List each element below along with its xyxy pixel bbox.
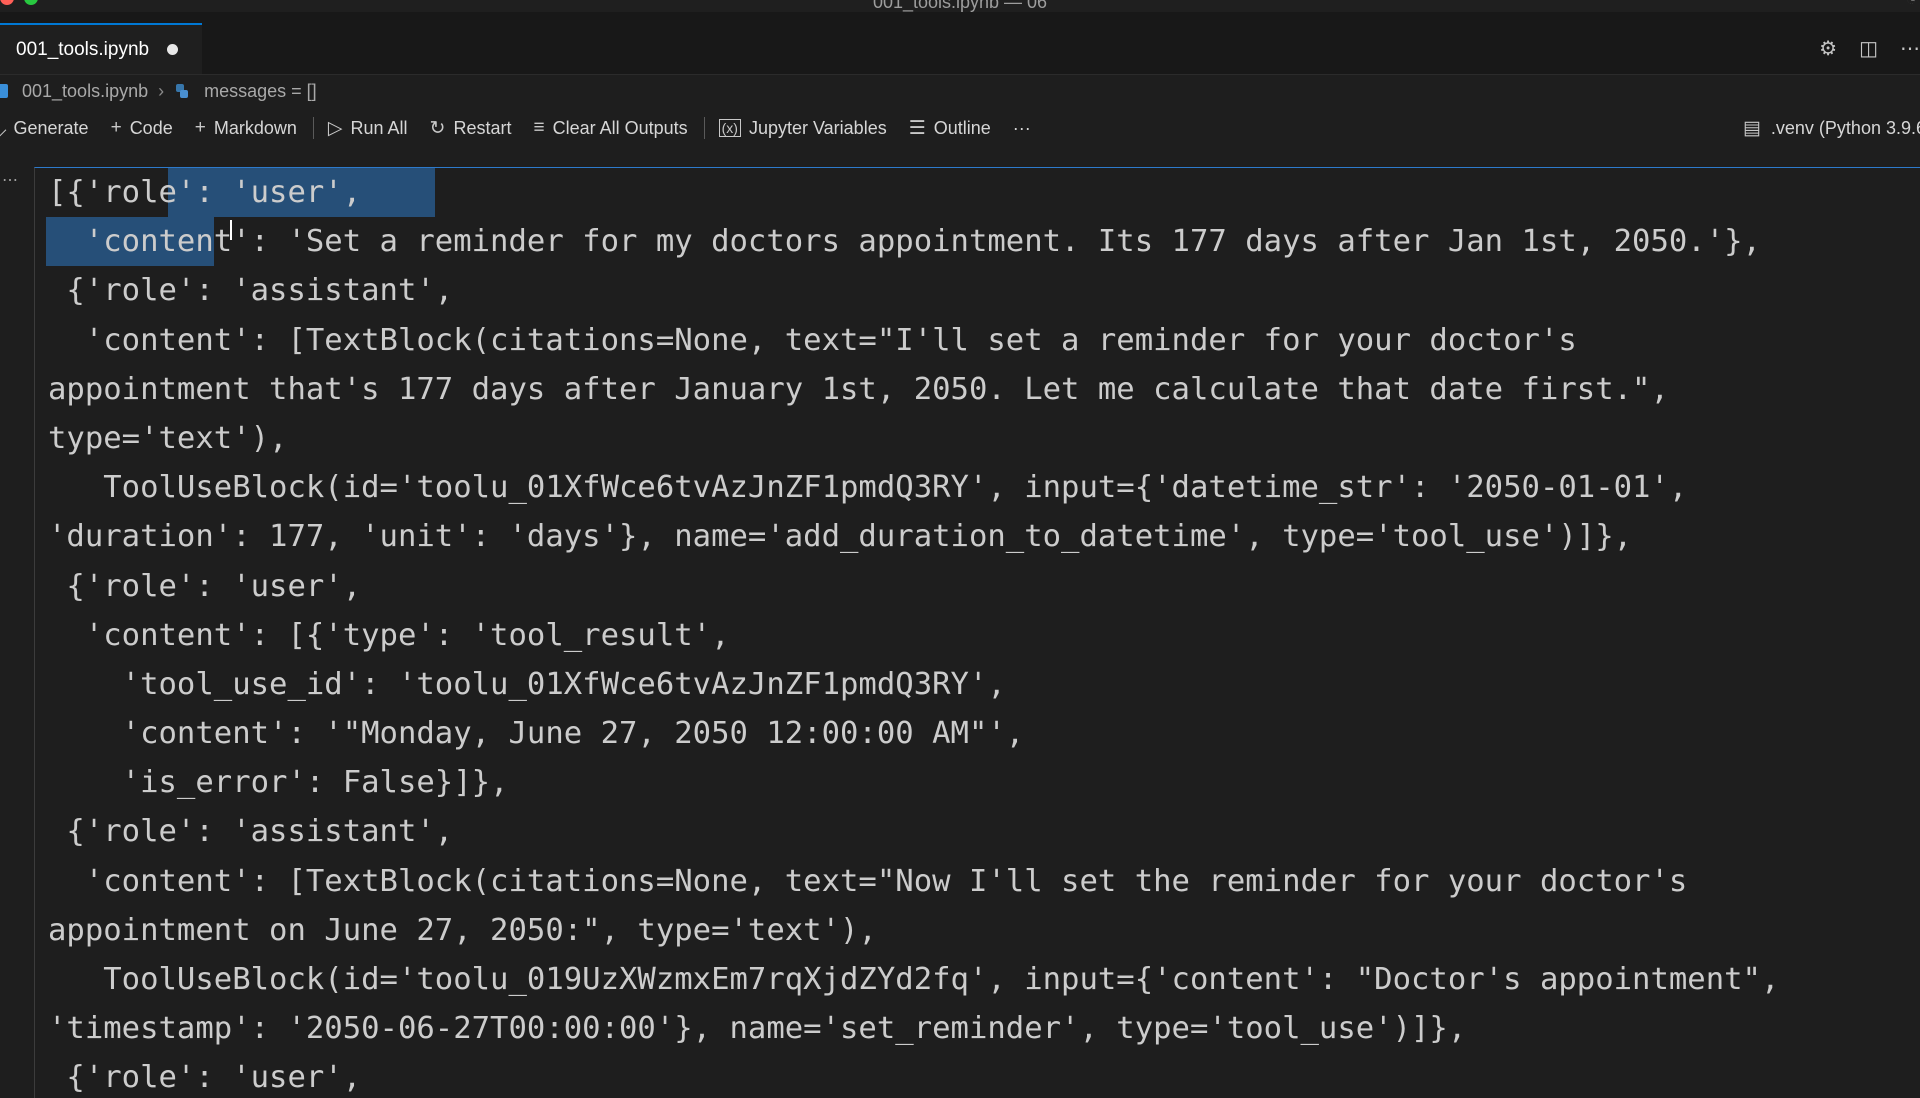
plus-icon: +: [194, 117, 206, 138]
split-editor-icon[interactable]: ◫: [1859, 36, 1878, 61]
restart-label: Restart: [453, 117, 512, 138]
clear-all-icon: ≡: [533, 117, 545, 138]
output-line: 'tool_use_id': 'toolu_01XfWce6tvAzJnZF1p…: [48, 666, 1006, 702]
output-line: [{'role': 'user',: [48, 175, 362, 210]
breadcrumb-symbol[interactable]: messages = []: [204, 81, 317, 102]
chevron-right-icon: ›: [158, 80, 165, 101]
breadcrumb: 001_tools.ipynb › messages = []: [0, 76, 1920, 106]
run-all-label: Run All: [350, 117, 408, 138]
cell-output[interactable]: [{'role': 'user', 'content': 'Set a remi…: [34, 167, 1920, 1098]
title-bar: 001_tools.ipynb — 06 ◔: [0, 0, 1920, 12]
output-line: 'content': '"Monday, June 27, 2050 12:00…: [48, 716, 1025, 752]
toolbar-divider: [312, 117, 314, 139]
notebook-toolbar: ⸝ Generate + Code + Markdown ▷ Run All ↻…: [0, 110, 1920, 146]
mouse-cursor: [230, 220, 232, 240]
output-line: 'is_error': False}]},: [48, 765, 509, 801]
add-markdown-cell-button[interactable]: + Markdown: [195, 117, 297, 139]
output-line: {'role': 'assistant',: [48, 814, 454, 850]
output-line: 'content': [TextBlock(citations=None, te…: [48, 322, 1577, 358]
output-line: {'role': 'user',: [48, 1060, 362, 1096]
generate-label: Generate: [13, 117, 89, 138]
code-label: Code: [129, 117, 173, 138]
play-icon: ▷: [327, 117, 343, 139]
kernel-picker[interactable]: ▤ .venv (Python 3.9.6: [1743, 110, 1920, 146]
output-line: 'content': [TextBlock(citations=None, te…: [48, 863, 1688, 899]
python-icon: [176, 84, 189, 98]
output-line: 'timestamp': '2050-06-27T00:00:00'}, nam…: [48, 1011, 1467, 1047]
markdown-label: Markdown: [213, 117, 297, 138]
window-title: 001_tools.ipynb — 06: [872, 0, 1048, 12]
jupyter-variables-button[interactable]: (x) Jupyter Variables: [718, 117, 887, 139]
gear-icon[interactable]: ⚙: [1819, 36, 1837, 61]
breadcrumb-file[interactable]: 001_tools.ipynb: [22, 81, 148, 102]
more-label: ···: [1012, 117, 1031, 138]
editor-actions: ⚙ ◫ ⋯: [1819, 36, 1920, 61]
output-line: 'content': [{'type': 'tool_result',: [48, 617, 730, 653]
variables-icon: (x): [718, 119, 741, 137]
output-text: [{'role': 'user', 'content': 'Set a remi…: [35, 168, 1779, 1098]
output-line: {'role': 'user',: [48, 568, 362, 604]
restart-icon: ↻: [429, 117, 446, 139]
unsaved-dot-icon[interactable]: [167, 44, 179, 55]
output-line: appointment that's 177 days after Januar…: [48, 371, 1669, 407]
generate-button[interactable]: ⸝ Generate: [0, 115, 89, 141]
clear-all-outputs-label: Clear All Outputs: [552, 117, 688, 138]
toolbar-divider: [703, 117, 705, 139]
kernel-icon: ▤: [1742, 117, 1761, 139]
output-line: ToolUseBlock(id='toolu_019UzXWzmxEm7rqXj…: [48, 962, 1780, 997]
notebook-file-icon: [0, 84, 8, 98]
outline-button[interactable]: ☰ Outline: [909, 117, 991, 140]
output-line: appointment on June 27, 2050:", type='te…: [48, 912, 877, 948]
tab-001-tools-ipynb[interactable]: 001_tools.ipynb: [0, 23, 202, 74]
outline-icon: ☰: [908, 117, 926, 139]
output-line: {'role': 'assistant',: [48, 273, 454, 309]
account-icon[interactable]: ◔: [1906, 0, 1916, 10]
run-all-button[interactable]: ▷ Run All: [328, 117, 408, 140]
add-code-cell-button[interactable]: + Code: [111, 117, 173, 139]
output-line: 'duration': 177, 'unit': 'days'}, name='…: [48, 519, 1633, 555]
kernel-label: .venv (Python 3.9.6: [1770, 117, 1920, 138]
plus-icon: +: [110, 117, 122, 138]
more-actions-icon[interactable]: ⋯: [1900, 36, 1920, 61]
jupyter-variables-label: Jupyter Variables: [748, 117, 887, 138]
cell-output-more-icon[interactable]: ⋯: [2, 170, 18, 190]
sparkle-icon: ⸝: [0, 115, 8, 141]
clear-all-outputs-button[interactable]: ≡ Clear All Outputs: [533, 117, 687, 139]
restart-button[interactable]: ↻ Restart: [430, 117, 512, 140]
output-line: ToolUseBlock(id='toolu_01XfWce6tvAzJnZF1…: [48, 470, 1688, 506]
tab-label: 001_tools.ipynb: [16, 38, 150, 60]
output-line: 'content': 'Set a reminder for my doctor…: [48, 224, 1761, 260]
outline-label: Outline: [933, 117, 991, 138]
more-toolbar-button[interactable]: ···: [1013, 118, 1031, 139]
output-line: type='text'),: [48, 420, 288, 456]
editor-tab-bar: 001_tools.ipynb ⚙ ◫ ⋯: [0, 12, 1920, 75]
